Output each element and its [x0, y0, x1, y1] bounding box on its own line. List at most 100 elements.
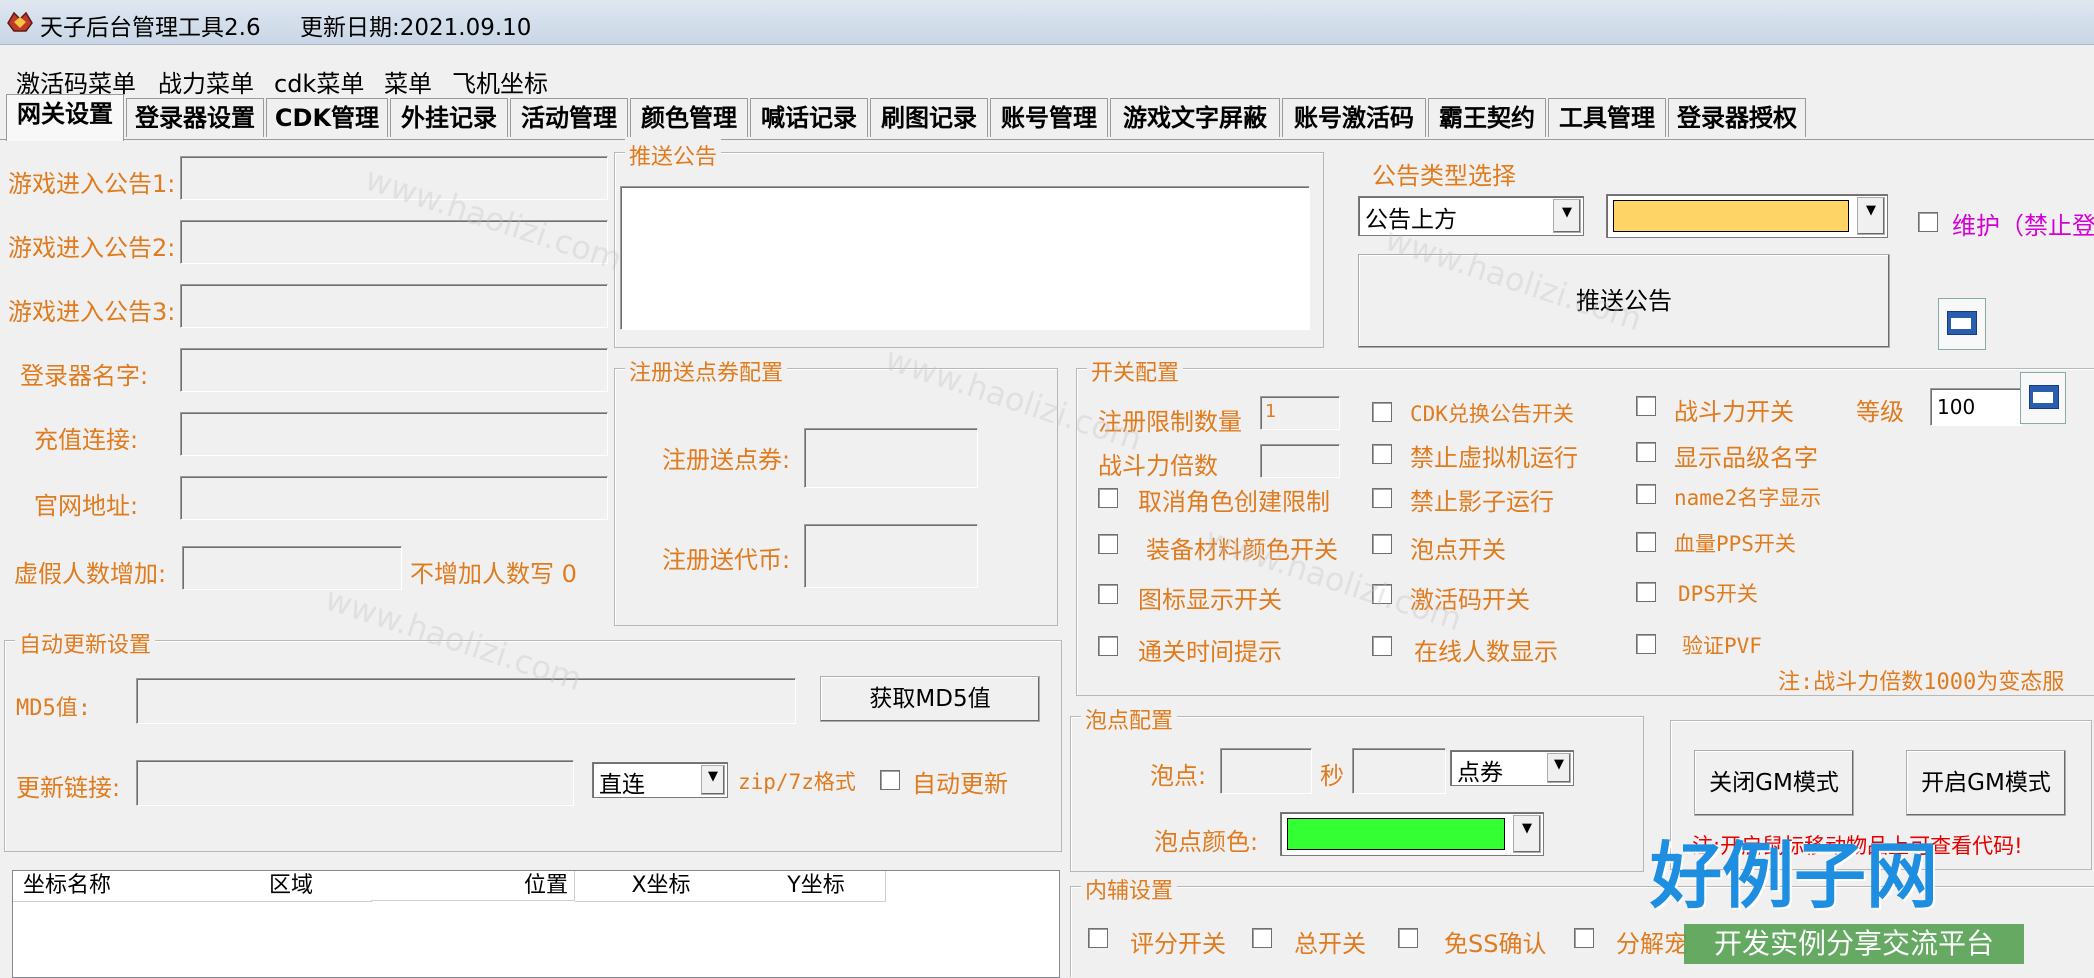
launcher-name-input[interactable] [180, 348, 608, 392]
tab-color-manage[interactable]: 颜色管理 [630, 98, 748, 137]
tab-tool-manage[interactable]: 工具管理 [1548, 98, 1666, 137]
col-x[interactable]: X坐标 [575, 871, 748, 902]
notice-color-swatch [1613, 200, 1849, 232]
hp-pps-checkbox[interactable] [1636, 532, 1656, 552]
menu-power[interactable]: 战力菜单 [158, 64, 254, 99]
calendar-icon[interactable] [1938, 298, 1986, 350]
cdk-notice-label: CDK兑换公告开关 [1410, 402, 1574, 426]
bubble-point-input[interactable] [1220, 748, 1312, 794]
close-gm-button[interactable]: 关闭GM模式 [1694, 750, 1854, 816]
notice-color-select[interactable]: ▼ [1606, 194, 1888, 238]
cdk-notice-checkbox[interactable] [1372, 402, 1392, 422]
skip-ss-label: 免SS确认 [1444, 930, 1547, 958]
open-gm-button[interactable]: 开启GM模式 [1906, 750, 2066, 816]
block-vm-label: 禁止虚拟机运行 [1410, 444, 1578, 472]
tab-panel-border [0, 139, 2094, 140]
verify-pvf-checkbox[interactable] [1636, 634, 1656, 654]
dps-checkbox[interactable] [1636, 582, 1656, 602]
register-points-input[interactable] [804, 428, 978, 488]
chevron-down-icon: ▼ [1513, 815, 1541, 853]
col-coord-name[interactable]: 坐标名称 [13, 871, 222, 902]
register-limit-input[interactable]: 1 [1260, 396, 1340, 430]
score-switch-checkbox[interactable] [1088, 928, 1108, 948]
chevron-down-icon: ▼ [701, 765, 725, 795]
cancel-role-limit-checkbox[interactable] [1098, 488, 1118, 508]
register-limit-value: 1 [1265, 401, 1277, 422]
online-count-checkbox[interactable] [1372, 636, 1392, 656]
bubble-color-swatch [1287, 818, 1505, 850]
fake-count-input[interactable] [182, 546, 402, 590]
get-md5-button[interactable]: 获取MD5值 [820, 676, 1040, 722]
official-site-input[interactable] [180, 476, 608, 520]
tab-overlord-contract[interactable]: 霸王契约 [1428, 98, 1546, 137]
tab-account-manage[interactable]: 账号管理 [990, 98, 1108, 137]
fake-count-hint: 不增加人数写 0 [410, 560, 577, 588]
power-note: 注:战斗力倍数1000为变态服 [1778, 670, 2065, 695]
tab-account-activation[interactable]: 账号激活码 [1282, 98, 1426, 137]
maintain-label: 维护（禁止登 [1952, 212, 2094, 240]
master-switch-checkbox[interactable] [1252, 928, 1272, 948]
update-date: 更新日期:2021.09.10 [300, 15, 532, 41]
equip-color-checkbox[interactable] [1098, 534, 1118, 554]
clear-time-checkbox[interactable] [1098, 636, 1118, 656]
grade-name-checkbox[interactable] [1636, 442, 1656, 462]
tab-launcher-auth[interactable]: 登录器授权 [1668, 98, 1806, 137]
block-vm-checkbox[interactable] [1372, 444, 1392, 464]
chevron-down-icon: ▼ [1857, 197, 1885, 235]
notice3-label: 游戏进入公告3: [8, 298, 176, 326]
coords-table[interactable]: 坐标名称 区域 位置 X坐标 Y坐标 [12, 870, 1060, 978]
maintain-checkbox[interactable] [1918, 212, 1938, 232]
fake-count-label: 虚假人数增加: [14, 560, 167, 588]
col-y[interactable]: Y坐标 [747, 871, 886, 902]
tab-launcher-settings[interactable]: 登录器设置 [126, 98, 264, 137]
power-switch-checkbox[interactable] [1636, 396, 1656, 416]
menu-cdk[interactable]: cdk菜单 [274, 64, 364, 99]
icon-display-checkbox[interactable] [1098, 584, 1118, 604]
register-coins-input[interactable] [804, 524, 978, 588]
level-input[interactable]: 100 [1930, 388, 2022, 426]
block-shadow-label: 禁止影子运行 [1410, 488, 1554, 516]
col-position[interactable]: 位置 [371, 871, 575, 901]
col-region[interactable]: 区域 [211, 871, 372, 902]
md5-label: MD5值: [16, 696, 91, 721]
update-link-input[interactable] [136, 760, 574, 806]
notice3-input[interactable] [180, 284, 608, 328]
push-notice-textarea[interactable] [620, 186, 1310, 330]
link-mode-select[interactable]: 直连 ▼ [592, 762, 728, 798]
register-coins-label: 注册送代币: [662, 546, 791, 574]
score-switch-label: 评分开关 [1130, 930, 1226, 958]
tab-cdk-manage[interactable]: CDK管理 [266, 98, 388, 137]
tab-dungeon-log[interactable]: 刷图记录 [870, 98, 988, 137]
auto-update-label: 自动更新 [912, 770, 1008, 798]
tab-gateway-settings[interactable]: 网关设置 [6, 94, 124, 141]
bubble-switch-checkbox[interactable] [1372, 534, 1392, 554]
notice-type-caption: 公告类型选择 [1372, 162, 1516, 190]
name2-checkbox[interactable] [1636, 484, 1656, 504]
bubble-color-label: 泡点颜色: [1154, 828, 1259, 856]
skip-ss-checkbox[interactable] [1398, 928, 1418, 948]
link-mode-value: 直连 [599, 772, 645, 798]
tab-text-filter[interactable]: 游戏文字屏蔽 [1110, 98, 1280, 137]
decompose-pet-checkbox[interactable] [1574, 928, 1594, 948]
menu-plane-coords[interactable]: 飞机坐标 [452, 64, 548, 99]
bubble-currency-select[interactable]: 点券 ▼ [1450, 750, 1574, 786]
auto-update-checkbox[interactable] [880, 770, 900, 790]
recharge-link-input[interactable] [180, 412, 608, 456]
tab-event-manage[interactable]: 活动管理 [510, 98, 628, 137]
md5-input[interactable] [136, 678, 796, 724]
tab-cheat-log[interactable]: 外挂记录 [390, 98, 508, 137]
calendar-icon[interactable] [2020, 372, 2066, 424]
bubble-amount-input[interactable] [1352, 748, 1446, 794]
level-label: 等级 [1856, 398, 1904, 426]
power-multiplier-input[interactable] [1260, 444, 1340, 478]
app-logo-icon [7, 11, 33, 32]
bubble-point-label: 泡点: [1150, 762, 1207, 790]
cancel-role-limit-label: 取消角色创建限制 [1138, 488, 1330, 516]
menu-main[interactable]: 菜单 [384, 64, 432, 99]
overlay-logo: 好例子网 [1650, 834, 1939, 918]
tab-shout-log[interactable]: 喊话记录 [750, 98, 868, 137]
name2-label: name2名字显示 [1674, 486, 1822, 510]
bubble-color-select[interactable]: ▼ [1280, 812, 1544, 856]
block-shadow-checkbox[interactable] [1372, 488, 1392, 508]
grade-name-label: 显示品级名字 [1674, 444, 1818, 472]
